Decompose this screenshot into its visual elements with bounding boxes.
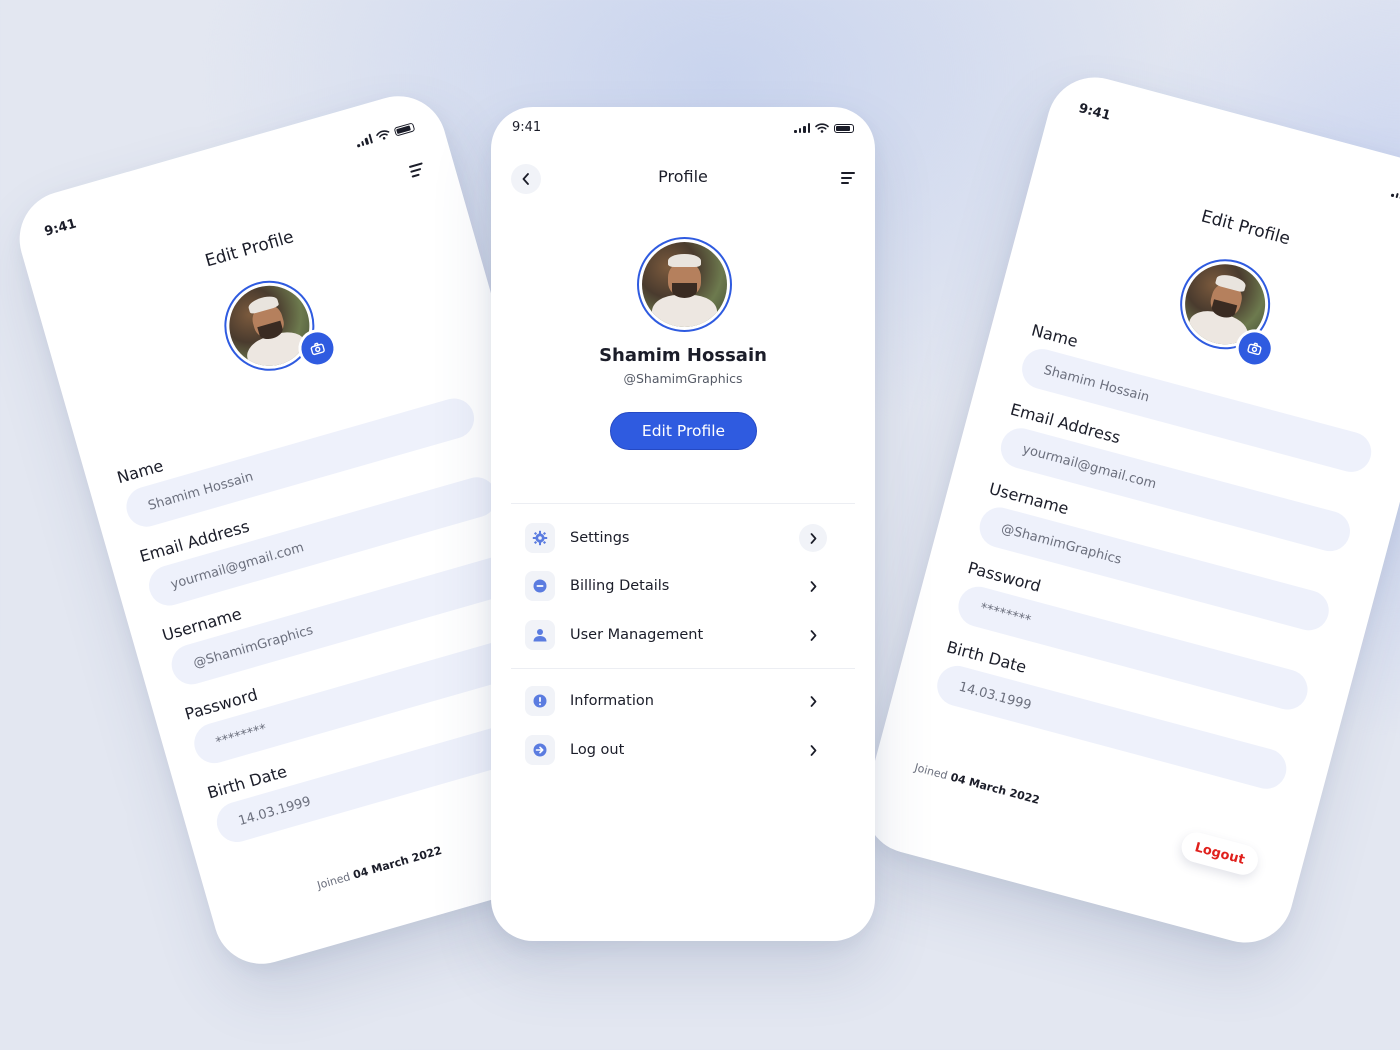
battery-icon — [834, 123, 854, 133]
page-title: Profile — [658, 167, 708, 186]
status-icons — [1390, 187, 1400, 212]
menu-icon[interactable] — [408, 162, 427, 180]
chevron-right-icon[interactable] — [799, 621, 827, 649]
user-handle: @ShamimGraphics — [623, 371, 743, 386]
edit-profile-button[interactable]: Edit Profile — [610, 412, 757, 450]
chevron-right-icon[interactable] — [799, 687, 827, 715]
menu-item-label: Information — [570, 693, 654, 709]
status-time: 9:41 — [1076, 100, 1113, 124]
menu-item-user-management[interactable]: User Management — [525, 619, 827, 651]
menu-item-label: Settings — [570, 530, 630, 546]
user-name: Shamim Hossain — [599, 345, 767, 366]
gear-icon — [525, 523, 555, 553]
name-label: Name — [1029, 320, 1081, 352]
signal-icon — [355, 133, 374, 148]
divider — [511, 503, 855, 504]
edit-profile-phone-right: 9:41 Edit Profile Name Shamim Hossain Em… — [853, 66, 1400, 954]
wifi-icon — [375, 128, 391, 141]
status-icons — [355, 121, 416, 148]
menu-item-label: Log out — [570, 742, 625, 758]
menu-item-billing-details[interactable]: Billing Details — [525, 570, 827, 602]
minus-circle-icon — [525, 571, 555, 601]
chevron-right-icon[interactable] — [799, 572, 827, 600]
menu-item-settings[interactable]: Settings — [525, 522, 827, 554]
camera-icon — [1247, 342, 1262, 356]
joined-text: Joined 04 March 2022 — [913, 760, 1042, 807]
joined-text: Joined 04 March 2022 — [315, 843, 444, 892]
status-icons — [794, 123, 854, 133]
menu-item-label: User Management — [570, 627, 704, 643]
user-icon — [525, 620, 555, 650]
menu-item-information[interactable]: Information — [525, 685, 827, 717]
camera-icon — [310, 342, 325, 356]
menu-icon[interactable] — [841, 172, 855, 187]
wifi-icon — [815, 123, 829, 133]
status-time: 9:41 — [512, 120, 542, 135]
chevron-right-icon[interactable] — [799, 736, 827, 764]
chevron-right-icon[interactable] — [799, 524, 827, 552]
logout-button[interactable]: Logout — [1178, 829, 1262, 879]
info-icon — [525, 686, 555, 716]
menu-item-log-out[interactable]: Log out — [525, 734, 827, 766]
profile-phone: 9:41 Profile Shamim Hossain @ShamimGraph… — [491, 107, 875, 941]
signal-icon — [794, 123, 810, 133]
divider — [511, 668, 855, 669]
menu-item-label: Billing Details — [570, 578, 670, 594]
avatar — [637, 237, 732, 332]
arrow-right-circle-icon — [525, 735, 555, 765]
battery-icon — [393, 121, 416, 137]
status-time: 9:41 — [42, 216, 79, 240]
signal-icon — [1390, 187, 1400, 201]
